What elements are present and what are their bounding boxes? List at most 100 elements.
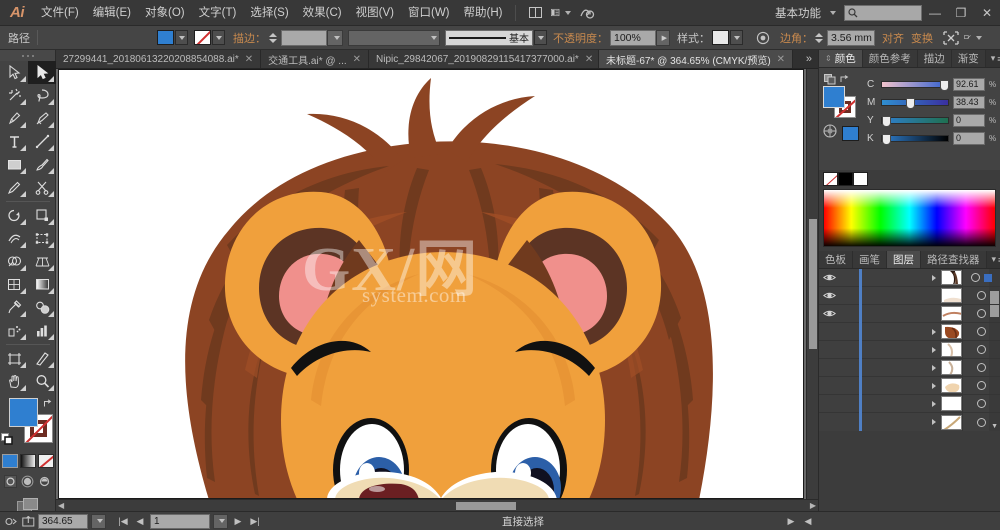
swap-fill-stroke-icon[interactable] xyxy=(43,396,53,406)
mesh-tool[interactable] xyxy=(0,273,28,296)
slider-track[interactable] xyxy=(881,81,949,88)
align-button[interactable]: 对齐 xyxy=(882,30,904,46)
default-fill-stroke-icon[interactable] xyxy=(1,432,13,444)
gradient-tool[interactable] xyxy=(28,273,56,296)
column-graph-tool[interactable] xyxy=(28,319,56,342)
graphic-style-dropdown[interactable] xyxy=(730,30,743,45)
pencil-tool[interactable] xyxy=(0,176,28,199)
layers-list[interactable]: ▲ ▼ xyxy=(819,269,1000,431)
layer-target-controls[interactable] xyxy=(962,287,1000,305)
paintbrush-tool[interactable] xyxy=(28,153,56,176)
menu-help[interactable]: 帮助(H) xyxy=(457,0,510,26)
layer-target-controls[interactable] xyxy=(962,359,1000,377)
opacity-input[interactable]: 100% xyxy=(610,30,656,46)
swatch-black[interactable] xyxy=(838,172,853,186)
corner-label[interactable]: 边角： xyxy=(780,30,813,46)
layer-row[interactable] xyxy=(819,395,1000,413)
target-circle-icon[interactable] xyxy=(977,327,986,336)
canvas-vertical-scrollbar[interactable] xyxy=(806,69,818,499)
direct-selection-tool[interactable] xyxy=(28,61,56,84)
tab-overflow-button[interactable]: » xyxy=(800,50,818,68)
document-tab-active[interactable]: 未标题-67* @ 364.65% (CMYK/预览) ✕ xyxy=(599,50,793,68)
color-wheel-icon[interactable] xyxy=(823,124,837,143)
slider-value-input[interactable]: 0 xyxy=(953,132,985,145)
document-tab[interactable]: Nipic_29842067_20190829115417377000.ai* … xyxy=(369,50,599,68)
tab-color[interactable]: ⇕ 颜色 xyxy=(819,50,863,67)
blend-tool[interactable] xyxy=(28,296,56,319)
visibility-toggle-icon[interactable] xyxy=(819,273,839,282)
layer-target-controls[interactable] xyxy=(962,305,1000,323)
slider-c[interactable]: C 92.61 % xyxy=(867,75,996,93)
gradient-mode-button[interactable] xyxy=(20,454,36,468)
layer-row[interactable] xyxy=(819,413,1000,431)
tab-gradient[interactable]: 渐变 xyxy=(952,50,986,67)
stroke-dropdown-button[interactable] xyxy=(212,30,225,45)
stepper-down-icon[interactable] xyxy=(269,39,277,43)
slider-y[interactable]: Y 0 % xyxy=(867,111,996,129)
share-document-icon[interactable] xyxy=(21,514,35,529)
rectangle-tool[interactable] xyxy=(0,153,28,176)
scroll-left-icon[interactable]: ◀ xyxy=(56,501,66,510)
stroke-weight-label[interactable]: 描边： xyxy=(233,30,266,46)
sync-settings-icon[interactable] xyxy=(4,514,18,529)
none-mode-button[interactable] xyxy=(38,454,54,468)
last-color-swatch[interactable] xyxy=(842,126,859,141)
target-circle-icon[interactable] xyxy=(971,273,980,282)
stock-search-icon[interactable] xyxy=(577,4,597,22)
tab-brushes[interactable]: 画笔 xyxy=(853,251,887,268)
close-icon[interactable]: ✕ xyxy=(777,54,785,65)
tab-color-guide[interactable]: 颜色参考 xyxy=(863,50,918,67)
document-canvas[interactable]: GX/网 system.com xyxy=(56,69,818,511)
scrollbar-thumb[interactable] xyxy=(809,219,817,349)
symbol-sprayer-tool[interactable] xyxy=(0,319,28,342)
expand-layer-icon[interactable] xyxy=(927,366,941,370)
stroke-color-swatch[interactable] xyxy=(194,30,211,45)
corner-stepper[interactable] xyxy=(815,30,826,46)
scissors-tool[interactable] xyxy=(28,176,56,199)
color-panel-fill-swatch[interactable] xyxy=(823,86,845,108)
stroke-weight-input[interactable] xyxy=(281,30,327,46)
artboard[interactable]: GX/网 system.com xyxy=(58,69,804,499)
perspective-grid-tool[interactable] xyxy=(28,250,56,273)
layer-target-controls[interactable] xyxy=(962,395,1000,413)
color-spectrum-ramp[interactable] xyxy=(823,189,996,247)
restore-button[interactable]: ❐ xyxy=(948,0,974,26)
select-similar-objects-icon[interactable] xyxy=(964,29,982,47)
next-artboard-button[interactable]: ▶ xyxy=(231,514,245,529)
layer-target-controls[interactable] xyxy=(962,377,1000,395)
menu-object[interactable]: 对象(O) xyxy=(138,0,192,26)
expand-layer-icon[interactable] xyxy=(927,402,941,406)
line-segment-tool[interactable] xyxy=(28,130,56,153)
expand-layer-icon[interactable] xyxy=(927,330,941,334)
target-circle-icon[interactable] xyxy=(977,309,986,318)
layer-row[interactable] xyxy=(819,359,1000,377)
stroke-weight-stepper[interactable] xyxy=(269,30,280,46)
brush-definition-caret[interactable] xyxy=(534,30,547,45)
visibility-toggle-icon[interactable] xyxy=(819,291,839,300)
isolate-selected-object-icon[interactable] xyxy=(942,29,960,47)
status-prev-icon[interactable]: ◀ xyxy=(801,514,815,529)
layer-row[interactable] xyxy=(819,305,1000,323)
recolor-artwork-icon[interactable] xyxy=(754,29,772,47)
canvas-horizontal-scrollbar[interactable]: ◀ ▶ xyxy=(56,499,818,511)
layer-row[interactable] xyxy=(819,377,1000,395)
layer-row[interactable] xyxy=(819,341,1000,359)
slider-value-input[interactable]: 38.43 xyxy=(953,96,985,109)
zoom-level-dropdown[interactable] xyxy=(91,514,106,529)
target-circle-icon[interactable] xyxy=(977,381,986,390)
slider-k[interactable]: K 0 % xyxy=(867,129,996,147)
brush-definition-dropdown[interactable]: 基本 xyxy=(445,30,533,46)
slider-m[interactable]: M 38.43 % xyxy=(867,93,996,111)
width-tool[interactable] xyxy=(0,227,28,250)
tab-layers[interactable]: 图层 xyxy=(887,251,921,268)
eyedropper-tool[interactable] xyxy=(0,296,28,319)
status-next-icon[interactable]: ▶ xyxy=(784,514,798,529)
hand-tool[interactable] xyxy=(0,370,28,393)
swatch-none[interactable] xyxy=(823,172,838,186)
close-icon[interactable]: ✕ xyxy=(353,54,361,65)
layer-target-controls[interactable] xyxy=(962,413,1000,431)
layer-target-controls[interactable] xyxy=(962,341,1000,359)
slider-track[interactable] xyxy=(881,135,949,142)
close-icon[interactable]: ✕ xyxy=(585,54,593,65)
workspace-selector[interactable]: 基本功能 xyxy=(771,5,825,21)
